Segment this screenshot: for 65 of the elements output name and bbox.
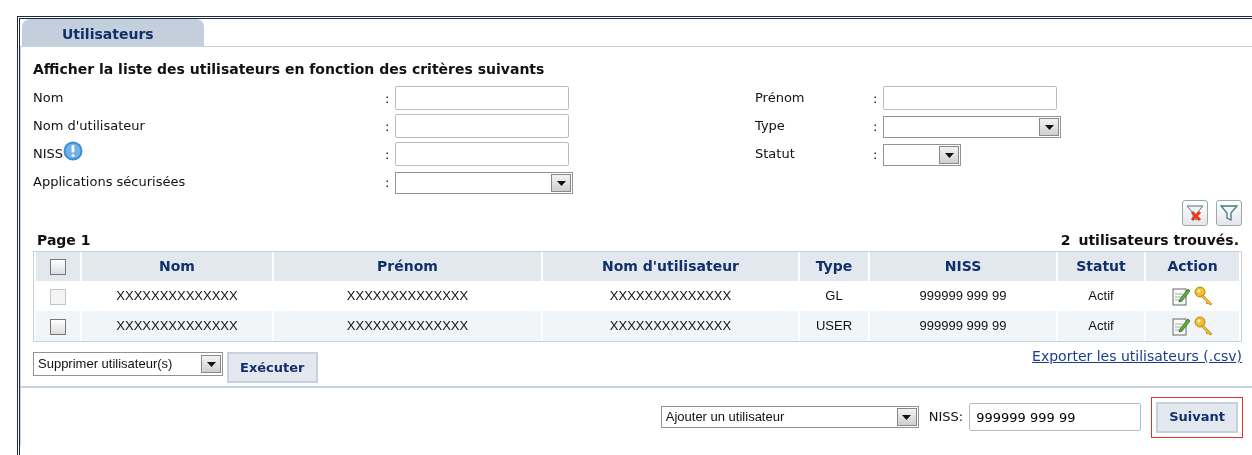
execute-button[interactable]: Exécuter xyxy=(227,352,318,383)
tab[interactable]: Utilisateurs xyxy=(22,19,204,46)
caret-icon[interactable] xyxy=(551,174,571,192)
select-field[interactable]: Ajouter un utilisateur xyxy=(660,406,919,428)
page-label: Page 1 xyxy=(37,231,91,250)
input-field[interactable] xyxy=(395,142,569,166)
checkbox[interactable] xyxy=(50,259,66,275)
select-field[interactable] xyxy=(883,144,961,166)
caret-icon[interactable] xyxy=(896,408,917,426)
key-icon[interactable] xyxy=(1193,287,1214,303)
key-icon[interactable] xyxy=(1193,317,1214,333)
select-field[interactable] xyxy=(395,172,573,194)
results-label: utilisateurs trouvés. xyxy=(1078,231,1239,250)
colon: : xyxy=(873,90,878,106)
clear-filter-button[interactable] xyxy=(1182,200,1208,226)
checkbox[interactable] xyxy=(50,318,66,335)
edit-icon[interactable] xyxy=(1171,287,1190,303)
colon: : xyxy=(385,146,390,162)
caret-icon[interactable] xyxy=(1039,118,1059,136)
column-header: Nom xyxy=(82,252,272,281)
select-field[interactable]: Supprimer utilisateur(s) xyxy=(33,352,223,376)
section-heading: Afficher la liste des utilisateurs en fonction des critères suivants xyxy=(33,60,546,79)
table-cell: GL xyxy=(825,288,843,304)
table-cell: 999999 999 99 xyxy=(919,318,1007,334)
column-header: Type xyxy=(800,252,868,281)
field-label: Applications sécurisées xyxy=(33,172,186,191)
field-label: Prénom xyxy=(755,88,805,107)
colon: : xyxy=(873,146,878,162)
table-cell: XXXXXXXXXXXXXX xyxy=(609,318,732,334)
caret-icon[interactable] xyxy=(939,146,959,164)
table-cell: 999999 999 99 xyxy=(919,288,1007,304)
field-label: NISS xyxy=(33,144,64,163)
table-cell: XXXXXXXXXXXXXX xyxy=(609,288,732,304)
column-header: NISS xyxy=(870,252,1056,281)
table-cell: Actif xyxy=(1088,318,1114,334)
field-label: Nom xyxy=(33,88,64,107)
input-field[interactable] xyxy=(395,114,569,138)
input-field[interactable]: 999999 999 99 xyxy=(969,403,1142,431)
table-cell: Actif xyxy=(1088,288,1114,304)
result-count: 2 xyxy=(1060,231,1071,250)
filter-button[interactable] xyxy=(1216,200,1242,226)
column-header: Action xyxy=(1146,252,1239,281)
colon: : xyxy=(385,90,390,106)
field-label: Statut xyxy=(755,144,795,163)
table-cell: USER xyxy=(815,318,853,334)
field-label: NISS: xyxy=(928,408,964,427)
table-cell: XXXXXXXXXXXXXX xyxy=(346,318,469,334)
edit-icon[interactable] xyxy=(1171,317,1190,333)
field-label: Nom d'utilisateur xyxy=(33,116,145,135)
input-field[interactable] xyxy=(883,86,1057,110)
column-header: Prénom xyxy=(274,252,541,281)
select-field[interactable] xyxy=(883,116,1061,138)
field-label: Type xyxy=(755,116,785,135)
table-cell: XXXXXXXXXXXXXX xyxy=(116,318,238,334)
table-cell: XXXXXXXXXXXXXX xyxy=(116,288,238,304)
export-link[interactable]: Exporter les utilisateurs (.csv) xyxy=(1032,348,1242,364)
next-button[interactable]: Suivant xyxy=(1156,401,1238,433)
input-field[interactable] xyxy=(395,86,569,110)
column-header: Statut xyxy=(1058,252,1144,281)
column-header: Nom d'utilisateur xyxy=(543,252,798,281)
colon: : xyxy=(385,174,390,190)
colon: : xyxy=(873,118,878,134)
table-cell: XXXXXXXXXXXXXX xyxy=(346,288,469,304)
caret-icon[interactable] xyxy=(201,355,221,373)
colon: : xyxy=(385,118,390,134)
